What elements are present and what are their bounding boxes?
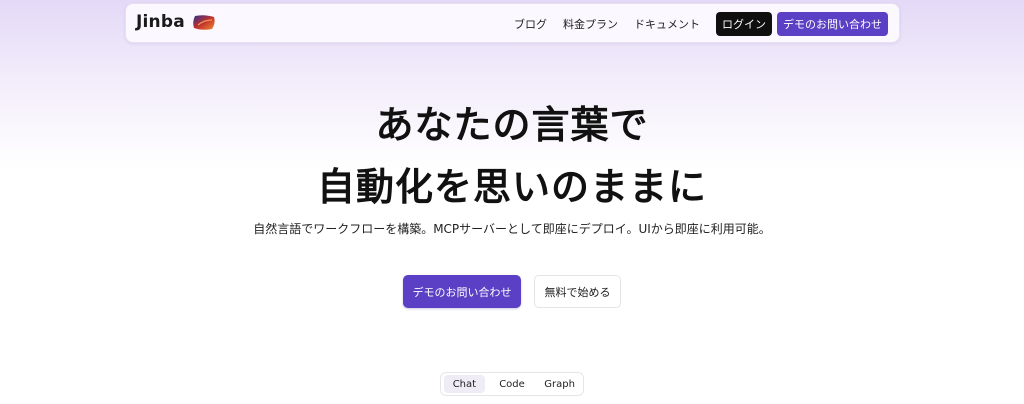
login-button[interactable]: ログイン [716, 12, 772, 36]
brand-mark-icon [193, 14, 215, 30]
tab-graph[interactable]: Graph [539, 375, 580, 393]
free-start-button[interactable]: 無料で始める [534, 275, 621, 308]
cta-row: デモのお問い合わせ 無料で始める [0, 275, 1024, 308]
nav-link-pricing[interactable]: 料金プラン [563, 16, 618, 32]
hero-title-line-2: 自動化を思いのままに [316, 164, 707, 209]
view-tabs: Chat Code Graph [440, 372, 584, 396]
nav-link-blog[interactable]: ブログ [514, 16, 547, 32]
brand-name: Jinba [136, 12, 185, 32]
tab-chat[interactable]: Chat [444, 375, 485, 393]
nav-link-docs[interactable]: ドキュメント [634, 16, 700, 32]
hero-title: あなたの言葉で 自動化を思いのままに [0, 94, 1024, 218]
tab-code[interactable]: Code [487, 375, 537, 393]
nav-demo-button[interactable]: デモのお問い合わせ [777, 12, 888, 36]
nav-links: ブログ 料金プラン ドキュメント ログイン デモのお問い合わせ [514, 12, 888, 36]
demo-request-button[interactable]: デモのお問い合わせ [403, 275, 521, 308]
top-navbar: Jinba ブログ 料金プラン ドキュメント ログイン デモのお問い合わせ [125, 3, 900, 43]
hero-title-line-1: あなたの言葉で [375, 102, 649, 147]
brand-logo[interactable]: Jinba [136, 12, 216, 32]
hero-subtitle: 自然言語でワークフローを構築。MCPサーバーとして即座にデプロイ。UIから即座に… [253, 222, 771, 236]
